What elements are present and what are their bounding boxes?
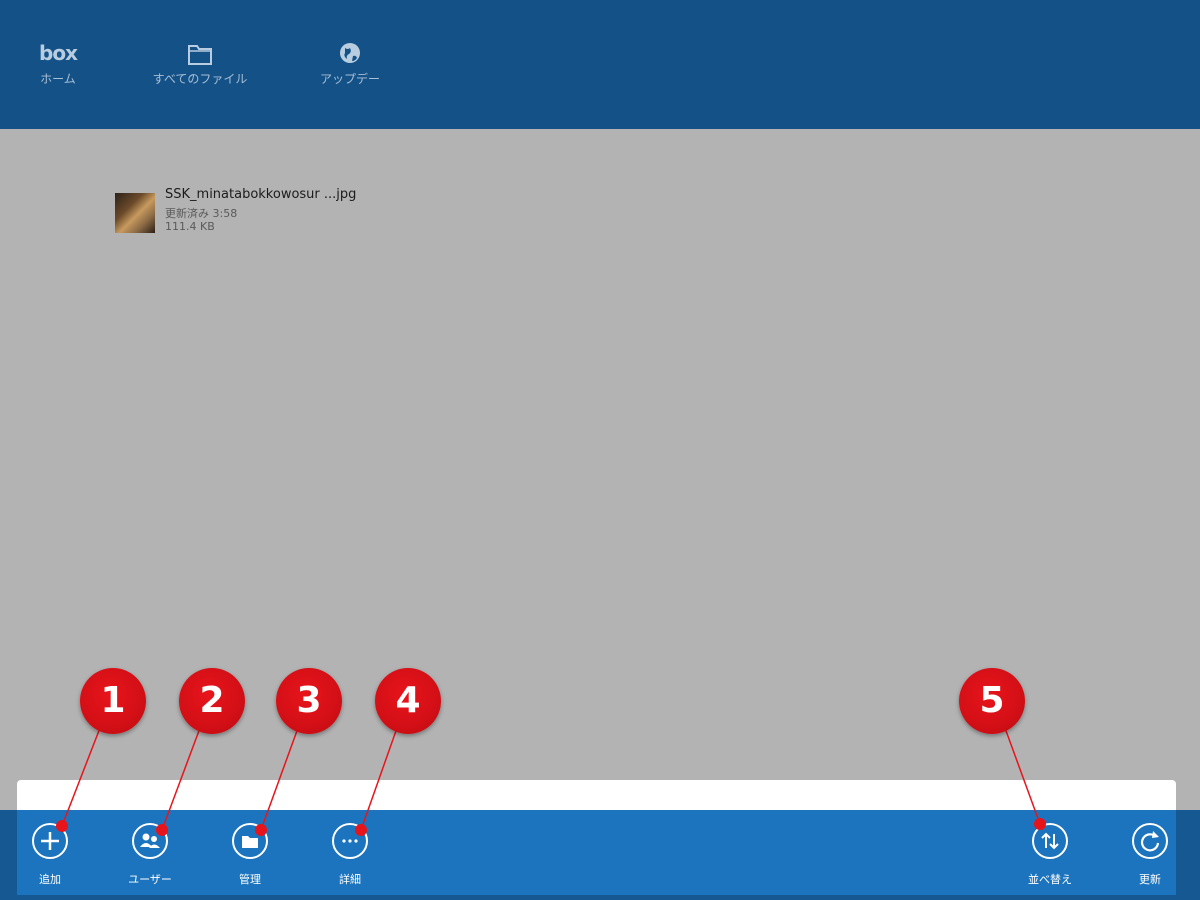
leader-dot-3 (255, 824, 267, 836)
leader-dot-4 (355, 824, 367, 836)
leader-dot-1 (56, 820, 68, 832)
leader-dot-2 (156, 824, 168, 836)
leader-dot-5 (1034, 818, 1046, 830)
callout-badge-4: 4 (375, 668, 441, 734)
leader-1 (61, 727, 101, 827)
leader-5 (1004, 727, 1041, 825)
callout-badge-3: 3 (276, 668, 342, 734)
leader-2 (161, 727, 201, 831)
callout-badge-2: 2 (179, 668, 245, 734)
callout-badge-1: 1 (80, 668, 146, 734)
leader-3 (260, 727, 299, 831)
callout-badge-5: 5 (959, 668, 1025, 734)
callout-leaders (56, 727, 1046, 836)
leader-4 (360, 727, 398, 831)
